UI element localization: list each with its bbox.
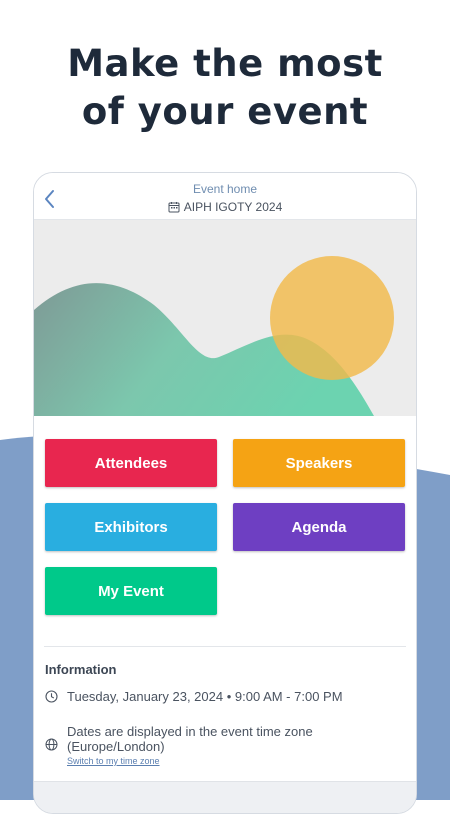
clock-icon xyxy=(45,690,58,703)
information-heading: Information xyxy=(45,662,117,677)
event-datetime-row: Tuesday, January 23, 2024 • 9:00 AM - 7:… xyxy=(45,689,343,704)
header-title: Event home xyxy=(192,182,258,196)
section-divider xyxy=(44,646,406,647)
headline-line-2: of your event xyxy=(81,90,369,133)
phone-frame: Event home AIPH IGOTY 2024 Attendees Spe… xyxy=(33,172,417,814)
exhibitors-button[interactable]: Exhibitors xyxy=(45,503,217,551)
globe-icon xyxy=(45,738,58,751)
event-header: Event home AIPH IGOTY 2024 xyxy=(34,173,416,220)
event-banner xyxy=(34,220,416,416)
bottom-bar xyxy=(34,781,416,813)
my-event-button[interactable]: My Event xyxy=(45,567,217,615)
speakers-button[interactable]: Speakers xyxy=(233,439,405,487)
switch-time-zone-link[interactable]: Switch to my time zone xyxy=(67,754,313,769)
timezone-note: Dates are displayed in the event time zo… xyxy=(67,724,313,769)
attendees-label: Attendees xyxy=(94,454,168,472)
exhibitors-label: Exhibitors xyxy=(94,518,168,536)
event-datetime: Tuesday, January 23, 2024 • 9:00 AM - 7:… xyxy=(67,689,343,704)
agenda-label: Agenda xyxy=(291,518,347,536)
timezone-note-line-1: Dates are displayed in the event time zo… xyxy=(67,724,313,739)
timezone-note-line-2: (Europe/London) xyxy=(67,739,165,754)
headline-line-1: Make the most xyxy=(67,42,383,85)
calendar-icon xyxy=(168,202,180,213)
banner-illustration xyxy=(34,256,394,416)
speakers-label: Speakers xyxy=(285,454,353,472)
my-event-label: My Event xyxy=(98,582,164,600)
header-event-name-row: AIPH IGOTY 2024 xyxy=(34,200,416,214)
headline: Make the most of your event xyxy=(0,40,450,136)
attendees-button[interactable]: Attendees xyxy=(45,439,217,487)
timezone-row: Dates are displayed in the event time zo… xyxy=(45,724,313,769)
agenda-button[interactable]: Agenda xyxy=(233,503,405,551)
event-name: AIPH IGOTY 2024 xyxy=(183,200,283,214)
